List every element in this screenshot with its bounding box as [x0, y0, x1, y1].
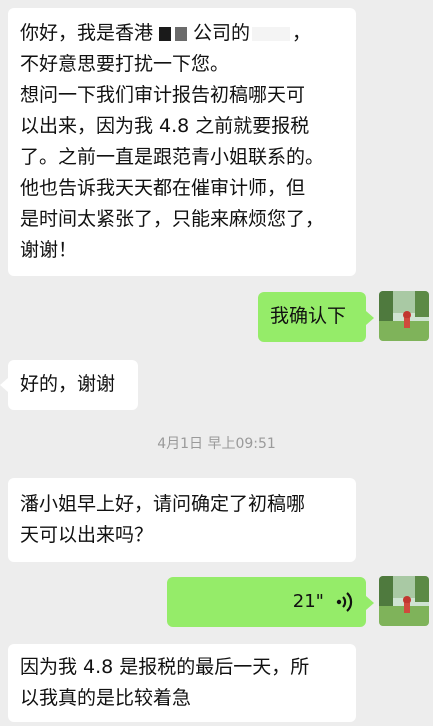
message-line: 以出来，因为我 4.8 之前就要报税 [20, 115, 310, 137]
message-line: 天可以出来吗？ [20, 524, 154, 546]
avatar-photo-icon [379, 291, 429, 341]
message-line: 你好，我是香港 公司的， [20, 22, 312, 44]
message-line: 因为我 4.8 是报税的最后一天，所 [20, 656, 310, 678]
redacted-block [175, 26, 188, 41]
message-text: 好的，谢谢 [20, 373, 116, 395]
bubble-tail [0, 378, 8, 392]
message-bubble-incoming[interactable]: 潘小姐早上好，请问确定了初稿哪 天可以出来吗？ [8, 478, 356, 562]
message-line: 以我真的是比较着急 [20, 687, 192, 709]
redacted-block [159, 26, 172, 41]
avatar-photo-icon [379, 576, 429, 626]
message-text: 我确认下 [270, 305, 347, 327]
message-bubble-incoming[interactable]: 你好，我是香港 公司的， 不好意思要打扰一下您。 想问一下我们审计报告初稿哪天可 … [8, 8, 356, 276]
message-line: 谢谢！ [20, 239, 78, 261]
voice-wave-icon [336, 591, 353, 612]
message-line: 不好意思要打扰一下您。 [20, 53, 230, 75]
message-line: 想问一下我们审计报告初稿哪天可 [20, 84, 306, 106]
message-line: 他也告诉我天天都在催审计师，但 [20, 177, 306, 199]
avatar[interactable] [379, 291, 429, 341]
voice-duration: 21" [292, 591, 324, 612]
message-line: 潘小姐早上好，请问确定了初稿哪 [20, 493, 306, 515]
timestamp: 4月1日 早上09:51 [157, 436, 276, 452]
message-bubble-incoming[interactable]: 因为我 4.8 是报税的最后一天，所 以我真的是比较着急 [8, 644, 356, 722]
avatar[interactable] [379, 576, 429, 626]
message-bubble-outgoing[interactable]: 我确认下 [258, 292, 366, 342]
voice-message-bubble[interactable]: 21" [167, 577, 366, 627]
bubble-tail [366, 311, 374, 325]
message-bubble-incoming[interactable]: 好的，谢谢 [8, 360, 138, 410]
redacted-block [252, 26, 291, 41]
bubble-tail [366, 596, 374, 610]
message-line: 了。之前一直是跟范青小姐联系的。 [20, 146, 325, 168]
message-line: 是时间太紧张了，只能来麻烦您了， [20, 208, 325, 230]
